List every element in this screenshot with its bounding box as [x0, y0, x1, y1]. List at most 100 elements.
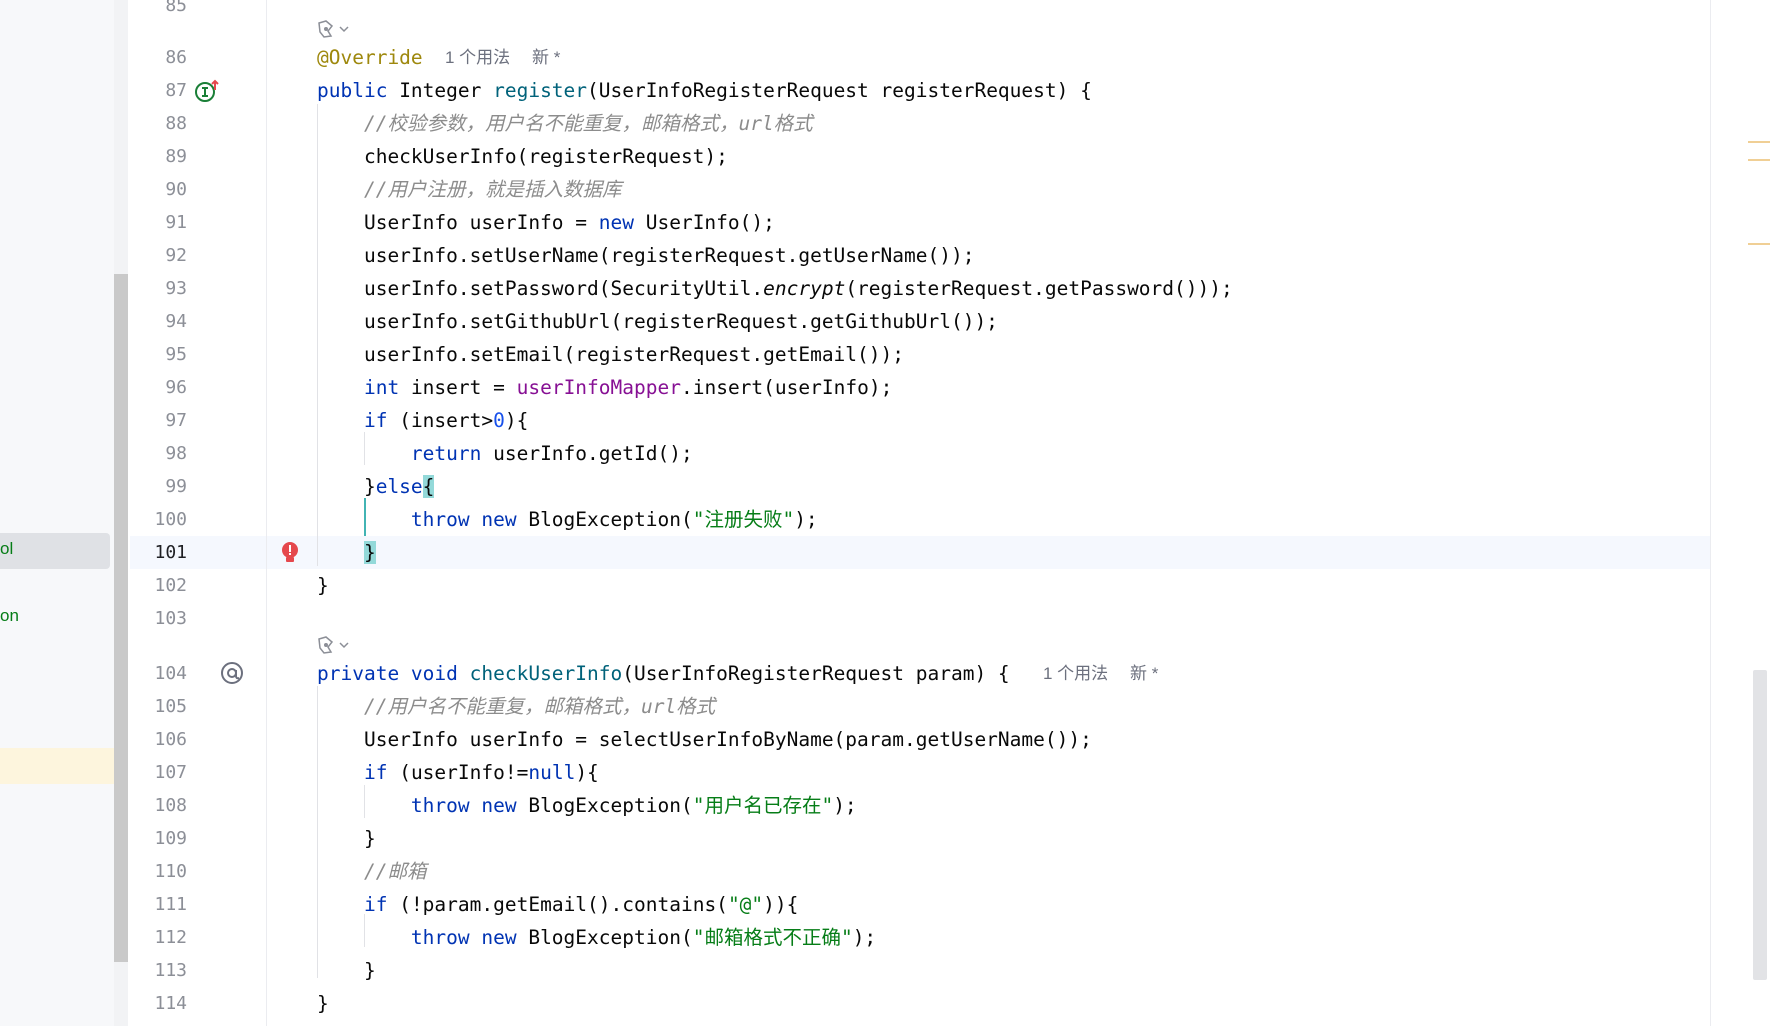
line-number: 97	[165, 410, 187, 431]
code-token: BlogException(	[528, 508, 693, 531]
code-token: BlogException(	[528, 926, 693, 949]
code-line[interactable]: }	[317, 987, 329, 1020]
code-token: (insert>	[399, 409, 494, 432]
code-token: }	[317, 827, 376, 850]
implements-method-icon[interactable]	[194, 79, 220, 107]
project-tool-window	[0, 0, 114, 1026]
code-line[interactable]: if (insert>0){	[317, 404, 528, 437]
project-tree-item-label[interactable]: on	[0, 606, 19, 626]
line-number: 86	[165, 47, 187, 68]
code-token: userInfo.setUserName(registerRequest.get…	[317, 244, 975, 267]
code-token: userInfo.setPassword(SecurityUtil.	[317, 277, 764, 300]
line-number: 98	[165, 443, 187, 464]
code-token: UserInfo();	[645, 211, 775, 234]
code-token: ){	[504, 409, 529, 432]
code-line[interactable]: throw new BlogException("邮箱格式不正确");	[317, 921, 876, 954]
editor-scrollbar[interactable]	[1711, 0, 1791, 1026]
line-number: 101	[154, 542, 187, 563]
code-token: }	[317, 574, 329, 597]
code-line[interactable]: UserInfo userInfo = selectUserInfoByName…	[317, 723, 1092, 756]
code-line[interactable]: private void checkUserInfo(UserInfoRegis…	[317, 657, 1010, 690]
code-token: if	[363, 761, 400, 784]
code-line[interactable]: }	[317, 536, 376, 569]
line-number: 91	[165, 212, 187, 233]
method-annotation-icon[interactable]	[219, 660, 245, 690]
code-token: );	[794, 508, 818, 531]
code-line[interactable]: throw new BlogException("注册失败");	[317, 503, 818, 536]
line-number: 111	[154, 894, 187, 915]
code-line[interactable]: UserInfo userInfo = new UserInfo();	[317, 206, 775, 239]
usages-hint[interactable]: 1 个用法	[445, 41, 510, 74]
code-line[interactable]: public Integer register(UserInfoRegister…	[317, 74, 1092, 107]
code-line[interactable]: //用户注册，就是插入数据库	[317, 173, 621, 206]
code-token: userInfo.setEmail(registerRequest.getEma…	[317, 343, 904, 366]
code-line[interactable]: //校验参数，用户名不能重复，邮箱格式，url格式	[317, 107, 813, 140]
project-tree-scrollbar-thumb[interactable]	[114, 274, 128, 962]
code-token: 0	[493, 409, 505, 432]
code-line[interactable]: }else{	[317, 470, 435, 503]
code-line[interactable]: if (userInfo!=null){	[317, 756, 599, 789]
code-token: insert =	[410, 376, 517, 399]
code-line[interactable]: //邮箱	[317, 855, 426, 888]
line-number: 100	[154, 509, 187, 530]
code-token: //邮箱	[363, 860, 427, 883]
code-line[interactable]: throw new BlogException("用户名已存在");	[317, 789, 857, 822]
code-token: new	[598, 211, 646, 234]
project-tree-item-selected[interactable]: ol	[0, 533, 110, 569]
code-token: "用户名已存在"	[692, 794, 834, 817]
code-token: if	[363, 409, 400, 432]
code-token: //用户注册，就是插入数据库	[363, 178, 622, 201]
code-line[interactable]: return userInfo.getId();	[317, 437, 693, 470]
code-line[interactable]: userInfo.setEmail(registerRequest.getEma…	[317, 338, 904, 371]
code-line[interactable]: userInfo.setUserName(registerRequest.get…	[317, 239, 975, 272]
code-token: checkUserInfo	[469, 662, 623, 685]
scroll-marker[interactable]	[1748, 159, 1770, 161]
code-token: if	[363, 893, 400, 916]
line-number: 103	[154, 608, 187, 629]
editor-scrollbar-thumb[interactable]	[1753, 670, 1767, 980]
code-token: (registerRequest.getPassword()));	[845, 277, 1233, 300]
code-line[interactable]: int insert = userInfoMapper.insert(userI…	[317, 371, 892, 404]
code-line[interactable]: }	[317, 822, 376, 855]
code-token: BlogException(	[528, 794, 693, 817]
code-line[interactable]: if (!param.getEmail().contains("@")){	[317, 888, 798, 921]
code-token: }	[317, 475, 376, 498]
line-number: 95	[165, 344, 187, 365]
code-token: null	[528, 761, 576, 784]
code-token: int	[363, 376, 411, 399]
code-line[interactable]: userInfo.setGithubUrl(registerRequest.ge…	[317, 305, 998, 338]
code-token: //用户名不能重复，邮箱格式，url格式	[363, 695, 716, 718]
code-line[interactable]: }	[317, 569, 329, 602]
code-token: private void	[317, 662, 470, 685]
code-token: encrypt	[763, 277, 846, 300]
code-line[interactable]: checkUserInfo(registerRequest);	[317, 140, 728, 173]
code-token: }	[317, 959, 376, 982]
line-number: 93	[165, 278, 187, 299]
scroll-marker[interactable]	[1748, 141, 1770, 143]
error-bulb-icon[interactable]	[280, 540, 300, 570]
code-token: return	[410, 442, 494, 465]
code-token: userInfoMapper	[516, 376, 681, 399]
scroll-marker[interactable]	[1748, 243, 1770, 245]
code-token: );	[833, 794, 857, 817]
code-token: throw new	[410, 508, 529, 531]
code-token: );	[852, 926, 877, 949]
code-line[interactable]: @Override	[317, 41, 423, 74]
line-number: 94	[165, 311, 187, 332]
project-tree-item-highlight[interactable]	[0, 748, 128, 784]
usages-hint[interactable]: 1 个用法	[1043, 657, 1108, 690]
code-line[interactable]: }	[317, 954, 376, 987]
code-line[interactable]: //用户名不能重复，邮箱格式，url格式	[317, 690, 715, 723]
code-line[interactable]: userInfo.setPassword(SecurityUtil.encryp…	[317, 272, 1233, 305]
code-token: checkUserInfo(registerRequest);	[317, 145, 728, 168]
code-token: "邮箱格式不正确"	[692, 926, 853, 949]
